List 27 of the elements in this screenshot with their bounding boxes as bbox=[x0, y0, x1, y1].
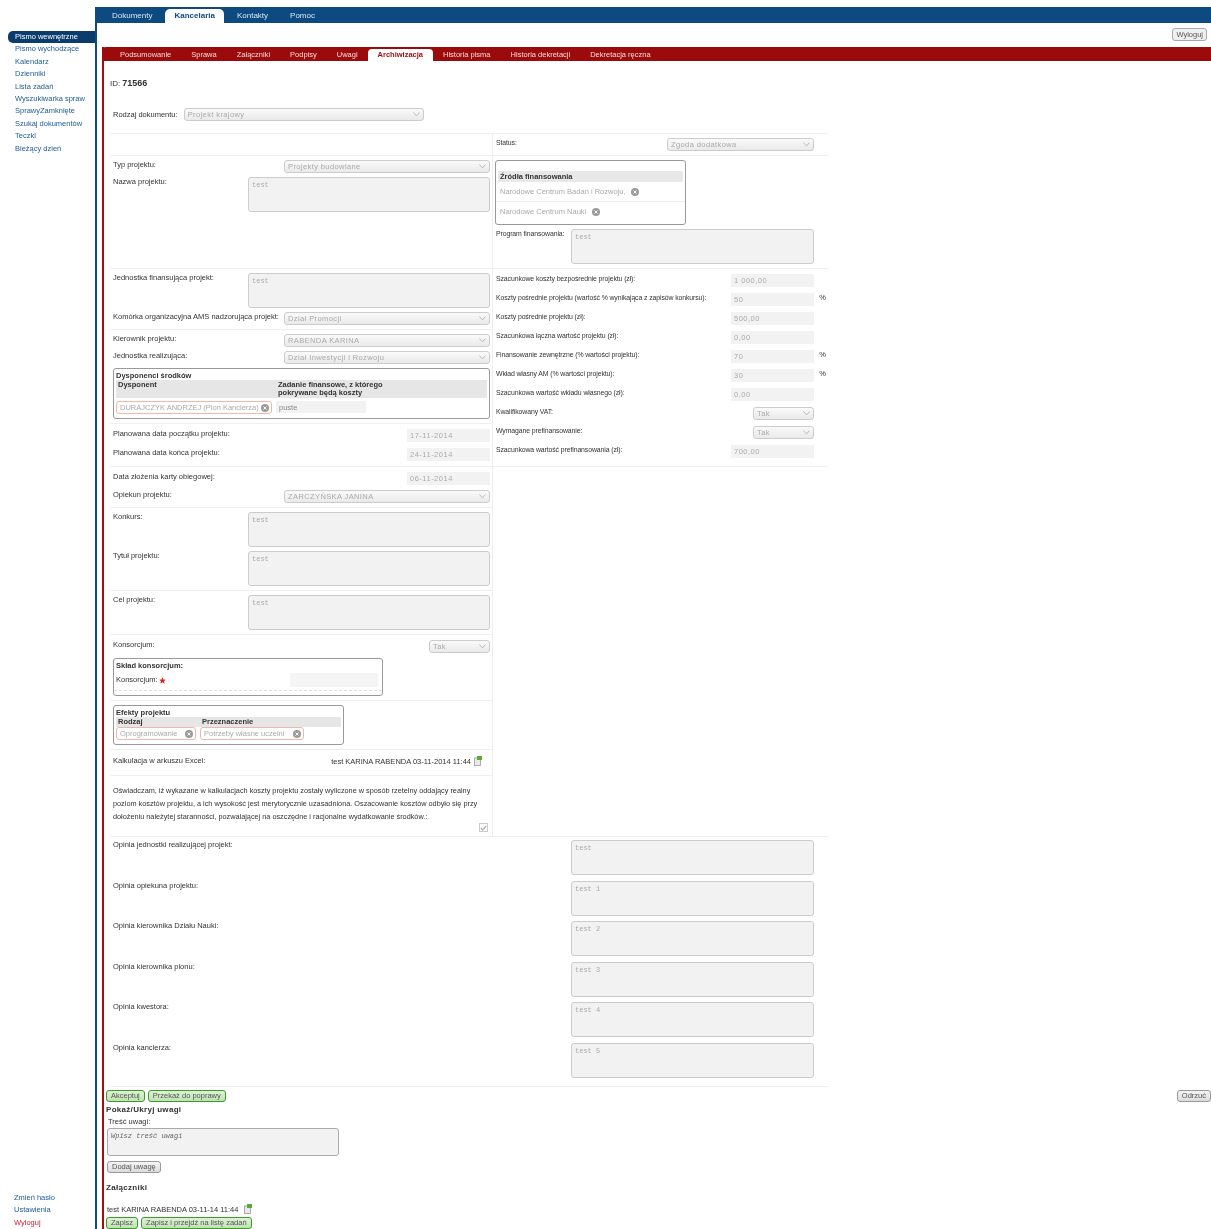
caret-icon bbox=[479, 338, 486, 343]
caret-icon bbox=[479, 164, 486, 169]
toggle-link[interactable]: Pokaż/Ukryj uwagi bbox=[106, 1105, 1211, 1114]
id-label: ID: bbox=[110, 79, 121, 88]
checkbox[interactable] bbox=[479, 823, 488, 832]
caret-icon bbox=[412, 112, 420, 117]
clear-icon[interactable] bbox=[631, 187, 640, 196]
clear-icon[interactable] bbox=[592, 207, 601, 216]
nav-tab[interactable]: Kontakty bbox=[227, 8, 278, 23]
id-value: 71566 bbox=[122, 78, 148, 88]
nav-tab[interactable]: Kancelaria bbox=[165, 8, 224, 23]
caret-icon bbox=[479, 355, 486, 360]
document-icon bbox=[474, 756, 482, 766]
caret-icon bbox=[479, 494, 486, 499]
nav-tab[interactable]: Dokumenty bbox=[103, 8, 162, 23]
caret-icon bbox=[479, 644, 486, 649]
caret-icon bbox=[803, 411, 810, 416]
nav-tab[interactable]: Pomoc bbox=[281, 8, 324, 23]
caret-icon bbox=[803, 430, 810, 435]
section-title: Załączniki bbox=[106, 1183, 149, 1192]
caret-icon bbox=[803, 142, 810, 147]
document-icon bbox=[244, 1204, 253, 1214]
clear-icon[interactable] bbox=[185, 729, 193, 738]
check-icon bbox=[480, 824, 487, 831]
caret-icon bbox=[479, 316, 486, 321]
clear-icon[interactable] bbox=[261, 403, 269, 412]
clear-icon[interactable] bbox=[293, 729, 301, 738]
